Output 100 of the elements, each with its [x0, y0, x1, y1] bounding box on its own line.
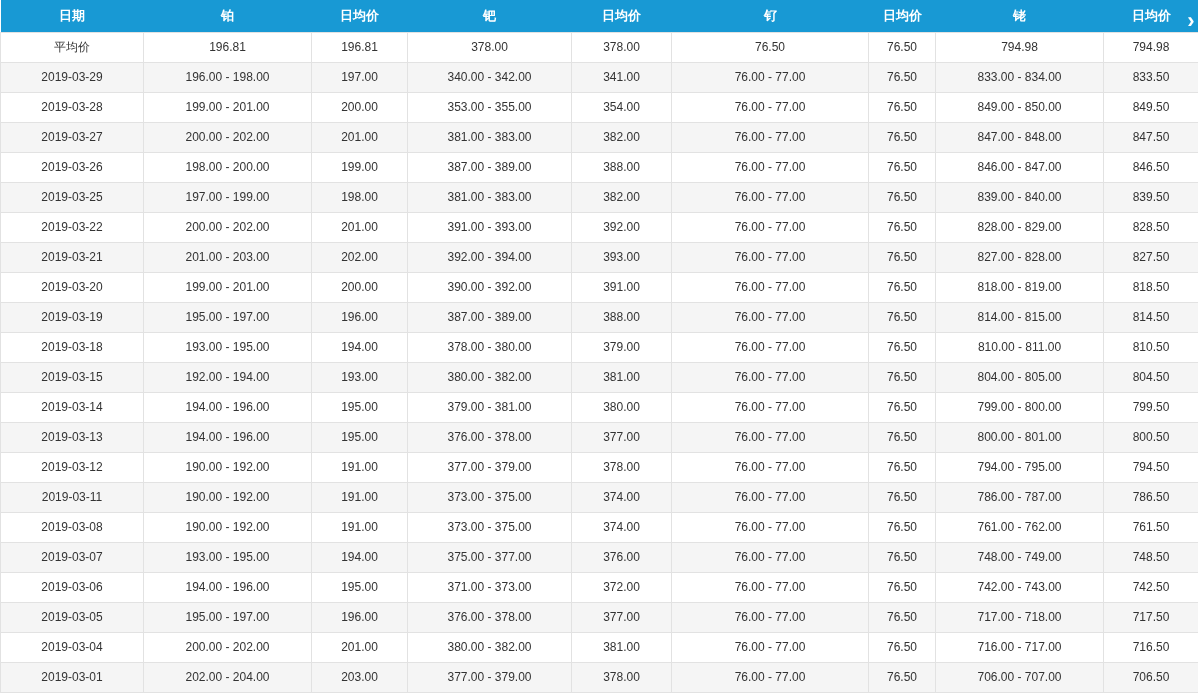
column-header: 钌: [671, 0, 869, 32]
table-cell: 2019-03-28: [0, 92, 144, 122]
table-cell: 391.00: [571, 272, 672, 302]
table-cell: 378.00 - 380.00: [407, 332, 572, 362]
table-cell: 393.00: [571, 242, 672, 272]
table-cell: 76.50: [868, 662, 936, 692]
table-cell: 76.50: [868, 422, 936, 452]
table-cell: 2019-03-22: [0, 212, 144, 242]
table-cell: 381.00 - 383.00: [407, 182, 572, 212]
column-header: 铑: [935, 0, 1104, 32]
table-cell: 381.00: [571, 362, 672, 392]
table-cell: 380.00 - 382.00: [407, 632, 572, 662]
column-header: 日均价: [571, 0, 672, 32]
table-cell: 76.00 - 77.00: [671, 632, 869, 662]
table-cell: 191.00: [311, 512, 408, 542]
table-cell: 378.00: [407, 32, 572, 62]
table-cell: 197.00: [311, 62, 408, 92]
table-cell: 378.00: [571, 32, 672, 62]
table-cell: 706.00 - 707.00: [935, 662, 1104, 692]
table-cell: 76.50: [671, 32, 869, 62]
table-cell: 2019-03-12: [0, 452, 144, 482]
table-cell: 76.50: [868, 242, 936, 272]
table-cell: 786.00 - 787.00: [935, 482, 1104, 512]
table-cell: 190.00 - 192.00: [143, 512, 312, 542]
table-cell: 76.50: [868, 272, 936, 302]
table-cell: 2019-03-05: [0, 602, 144, 632]
table-cell: 381.00: [571, 632, 672, 662]
table-cell: 194.00 - 196.00: [143, 572, 312, 602]
table-cell: 716.00 - 717.00: [935, 632, 1104, 662]
table-cell: 2019-03-26: [0, 152, 144, 182]
column-header: 日均价: [311, 0, 408, 32]
table-cell: 199.00: [311, 152, 408, 182]
table-cell: 201.00: [311, 212, 408, 242]
table-cell: 193.00: [311, 362, 408, 392]
table-cell: 76.00 - 77.00: [671, 512, 869, 542]
column-header: 日均价: [1131, 8, 1171, 23]
table-cell: 2019-03-21: [0, 242, 144, 272]
table-cell: 76.50: [868, 602, 936, 632]
table-cell: 76.50: [868, 32, 936, 62]
table-cell: 76.00 - 77.00: [671, 212, 869, 242]
table-cell: 354.00: [571, 92, 672, 122]
table-cell: 194.00 - 196.00: [143, 422, 312, 452]
table-cell: 202.00: [311, 242, 408, 272]
table-cell: 800.00 - 801.00: [935, 422, 1104, 452]
table-cell: 203.00: [311, 662, 408, 692]
table-cell: 198.00 - 200.00: [143, 152, 312, 182]
table-cell: 201.00: [311, 632, 408, 662]
table-cell: 799.00 - 800.00: [935, 392, 1104, 422]
table-cell: 192.00 - 194.00: [143, 362, 312, 392]
table-cell: 76.50: [868, 152, 936, 182]
table-cell: 199.00 - 201.00: [143, 92, 312, 122]
table-cell: 794.00 - 795.00: [935, 452, 1104, 482]
table-cell: 76.00 - 77.00: [671, 482, 869, 512]
table-cell: 376.00 - 378.00: [407, 422, 572, 452]
table-cell: 195.00: [311, 422, 408, 452]
table-cell: 2019-03-08: [0, 512, 144, 542]
column-header: 铂: [143, 0, 312, 32]
table-cell: 195.00 - 197.00: [143, 302, 312, 332]
table-cell: 76.50: [868, 482, 936, 512]
table-cell: 196.00: [311, 602, 408, 632]
table-cell: 76.00 - 77.00: [671, 542, 869, 572]
table-cell: 2019-03-13: [0, 422, 144, 452]
table-cell: 377.00 - 379.00: [407, 662, 572, 692]
table-cell: 76.50: [868, 632, 936, 662]
table-cell: 2019-03-04: [0, 632, 144, 662]
table-cell: 381.00 - 383.00: [407, 122, 572, 152]
table-cell: 2019-03-25: [0, 182, 144, 212]
table-cell: 392.00 - 394.00: [407, 242, 572, 272]
table-cell: 190.00 - 192.00: [143, 482, 312, 512]
table-cell: 194.00: [311, 542, 408, 572]
table-cell: 2019-03-07: [0, 542, 144, 572]
table-cell: 382.00: [571, 182, 672, 212]
table-cell: 76.50: [868, 302, 936, 332]
table-cell: 200.00: [311, 272, 408, 302]
table-cell: 379.00: [571, 332, 672, 362]
table-cell: 391.00 - 393.00: [407, 212, 572, 242]
table-cell: 2019-03-19: [0, 302, 144, 332]
table-cell: 810.00 - 811.00: [935, 332, 1104, 362]
table-cell: 76.00 - 77.00: [671, 572, 869, 602]
table-cell: 76.00 - 77.00: [671, 152, 869, 182]
table-cell: 76.00 - 77.00: [671, 602, 869, 632]
table-cell: 200.00 - 202.00: [143, 212, 312, 242]
table-cell: 833.00 - 834.00: [935, 62, 1104, 92]
table-cell: 196.00: [311, 302, 408, 332]
table-cell: 201.00 - 203.00: [143, 242, 312, 272]
table-cell: 76.00 - 77.00: [671, 62, 869, 92]
column-header: 钯: [407, 0, 572, 32]
table-cell: 76.00 - 77.00: [671, 332, 869, 362]
table-cell: 372.00: [571, 572, 672, 602]
table-cell: 201.00: [311, 122, 408, 152]
table-cell: 2019-03-27: [0, 122, 144, 152]
table-cell: 196.81: [311, 32, 408, 62]
table-cell: 794.98: [935, 32, 1104, 62]
table-cell: 748.00 - 749.00: [935, 542, 1104, 572]
table-cell: 353.00 - 355.00: [407, 92, 572, 122]
table-cell: 373.00 - 375.00: [407, 482, 572, 512]
table-cell: 818.00 - 819.00: [935, 272, 1104, 302]
table-cell: 376.00 - 378.00: [407, 602, 572, 632]
table-cell: 76.00 - 77.00: [671, 362, 869, 392]
scroll-right-button[interactable]: ›: [1185, 10, 1197, 32]
